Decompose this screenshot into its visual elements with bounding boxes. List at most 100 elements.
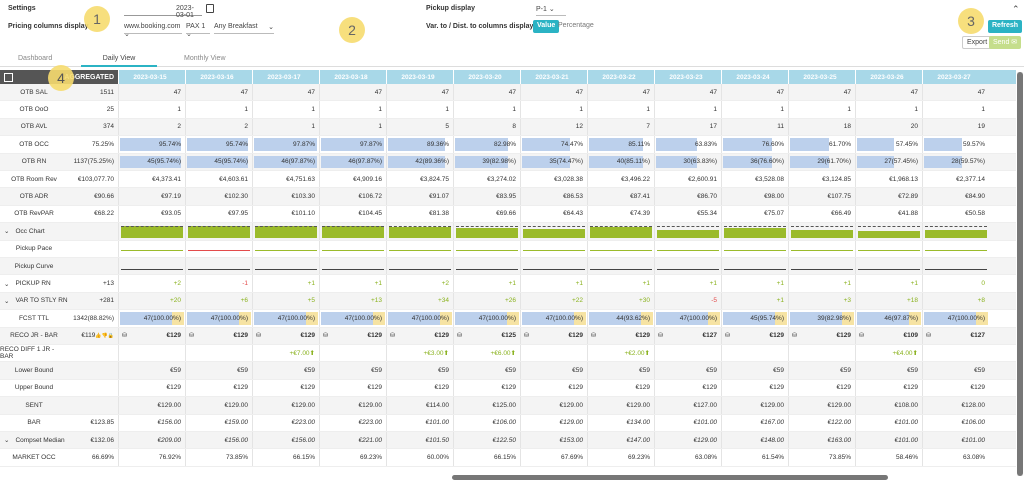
grid-cell[interactable]: 28(59.57%) (922, 153, 989, 170)
grid-cell[interactable]: €147.00 (587, 432, 654, 449)
grid-cell[interactable]: €101.00 (386, 414, 453, 431)
date-header[interactable]: 2023-03-24 (721, 70, 788, 84)
grid-cell[interactable] (721, 345, 788, 362)
grid-cell[interactable]: €129 (118, 379, 185, 397)
grid-cell[interactable]: 60.00% (386, 449, 453, 466)
grid-cell[interactable]: +1 (721, 292, 788, 310)
grid-cell[interactable]: 57.45% (855, 136, 922, 153)
grid-cell[interactable]: 82.98% (453, 136, 520, 153)
grid-cell[interactable]: €3,274.02 (453, 171, 520, 188)
grid-cell[interactable]: +3 (788, 292, 855, 310)
grid-cell[interactable]: 47 (520, 84, 587, 101)
grid-cell[interactable]: 67.69% (520, 449, 587, 466)
grid-cell[interactable]: €129 (587, 379, 654, 397)
breakfast-select[interactable]: Any Breakfast ⌄ (214, 23, 274, 34)
grid-cell[interactable]: 45(95.74%) (118, 153, 185, 170)
export-button[interactable]: Export (962, 36, 993, 49)
grid-cell[interactable]: €4,603.61 (185, 171, 252, 188)
grid-cell[interactable]: €129.00 (587, 397, 654, 414)
grid-cell[interactable]: €1,968.13 (855, 171, 922, 188)
grid-cell[interactable]: 5 (386, 118, 453, 136)
grid-cell[interactable] (922, 345, 989, 362)
row-label[interactable]: ⌄ Occ Chart (0, 223, 68, 239)
grid-cell[interactable]: ⛁ €127 (654, 327, 721, 344)
grid-cell[interactable]: 1 (252, 101, 319, 118)
grid-cell[interactable]: 47 (319, 84, 386, 101)
grid-cell[interactable]: 97.87% (252, 136, 319, 153)
grid-cell[interactable]: +30 (587, 292, 654, 310)
date-input[interactable]: 2023-03-01 (124, 5, 202, 19)
collapse-icon[interactable]: ⌃ (1012, 4, 1020, 15)
grid-cell[interactable]: 1 (520, 101, 587, 118)
pax-select[interactable]: PAX 1 ⌄ (186, 23, 210, 38)
grid-cell[interactable]: 47 (855, 84, 922, 101)
grid-cell[interactable]: €59 (922, 362, 989, 379)
grid-cell[interactable]: 2 (118, 118, 185, 136)
date-header[interactable]: 2023-03-26 (855, 70, 922, 84)
grid-cell[interactable]: +1 (654, 275, 721, 292)
grid-cell[interactable]: €75.07 (721, 205, 788, 223)
grid-cell[interactable]: €64.43 (520, 205, 587, 223)
grid-cell[interactable]: 66.15% (453, 449, 520, 466)
grid-cell[interactable]: 47(100.00%) (922, 310, 989, 327)
grid-cell[interactable]: 1 (319, 101, 386, 118)
pickup-select[interactable]: P-1 ⌄ (536, 5, 566, 16)
grid-cell[interactable]: €223.00 (319, 414, 386, 431)
grid-cell[interactable]: +18 (855, 292, 922, 310)
grid-cell[interactable]: +26 (453, 292, 520, 310)
grid-cell[interactable]: 40(85.11%) (587, 153, 654, 170)
grid-cell[interactable]: +34 (386, 292, 453, 310)
date-header[interactable]: 2023-03-21 (520, 70, 587, 84)
grid-cell[interactable]: +2 (118, 275, 185, 292)
grid-cell[interactable]: 1 (654, 101, 721, 118)
grid-cell[interactable] (118, 345, 185, 362)
grid-cell[interactable]: €106.00 (922, 414, 989, 431)
grid-cell[interactable]: €83.95 (453, 188, 520, 205)
feedback-icons[interactable]: 👍👎🔒 (95, 333, 114, 339)
grid-cell[interactable]: 58.46% (855, 449, 922, 466)
grid-cell[interactable]: €97.19 (118, 188, 185, 205)
grid-cell[interactable]: 74.47% (520, 136, 587, 153)
grid-cell[interactable]: €59 (520, 362, 587, 379)
grid-cell[interactable]: €156.00 (252, 432, 319, 449)
grid-cell[interactable]: 47(100.00%) (453, 310, 520, 327)
grid-cell[interactable]: €101.00 (654, 414, 721, 431)
grid-cell[interactable]: +20 (118, 292, 185, 310)
grid-cell[interactable]: 63.83% (654, 136, 721, 153)
grid-cell[interactable]: €103.30 (252, 188, 319, 205)
grid-cell[interactable]: ⛁ €129 (185, 327, 252, 344)
vertical-scrollbar[interactable] (1017, 72, 1023, 476)
grid-cell[interactable]: 1 (386, 101, 453, 118)
grid-cell[interactable]: ⛁ €127 (922, 327, 989, 344)
grid-cell[interactable]: €97.95 (185, 205, 252, 223)
grid-cell[interactable]: €101.00 (855, 432, 922, 449)
grid-cell[interactable]: €86.70 (654, 188, 721, 205)
grid-cell[interactable]: €129 (855, 379, 922, 397)
grid-cell[interactable]: €66.49 (788, 205, 855, 223)
history-icon[interactable]: ⛁ (859, 332, 864, 339)
date-header[interactable]: 2023-03-15 (118, 70, 185, 84)
grid-cell[interactable]: 7 (587, 118, 654, 136)
grid-cell[interactable]: 46(97.87%) (319, 153, 386, 170)
date-header[interactable]: 2023-03-18 (319, 70, 386, 84)
grid-cell[interactable]: 47 (587, 84, 654, 101)
grid-cell[interactable]: +€6.00 ⬆ (453, 345, 520, 362)
grid-cell[interactable]: €129.00 (252, 397, 319, 414)
grid-cell[interactable]: 1 (922, 101, 989, 118)
grid-cell[interactable]: €129.00 (654, 432, 721, 449)
grid-cell[interactable]: 30(63.83%) (654, 153, 721, 170)
grid-cell[interactable]: 1 (587, 101, 654, 118)
grid-cell[interactable]: +1 (319, 275, 386, 292)
grid-cell[interactable]: €122.50 (453, 432, 520, 449)
grid-cell[interactable]: €129 (386, 379, 453, 397)
date-header[interactable]: 2023-03-20 (453, 70, 520, 84)
grid-cell[interactable] (654, 345, 721, 362)
grid-cell[interactable]: €129 (788, 379, 855, 397)
date-header[interactable]: 2023-03-27 (922, 70, 989, 84)
grid-cell[interactable]: ⛁ €129 (252, 327, 319, 344)
grid-cell[interactable]: €41.88 (855, 205, 922, 223)
grid-cell[interactable]: ⛁ €129 (386, 327, 453, 344)
grid-cell[interactable]: 47(100.00%) (386, 310, 453, 327)
grid-cell[interactable]: €3,028.38 (520, 171, 587, 188)
grid-cell[interactable]: 85.11% (587, 136, 654, 153)
